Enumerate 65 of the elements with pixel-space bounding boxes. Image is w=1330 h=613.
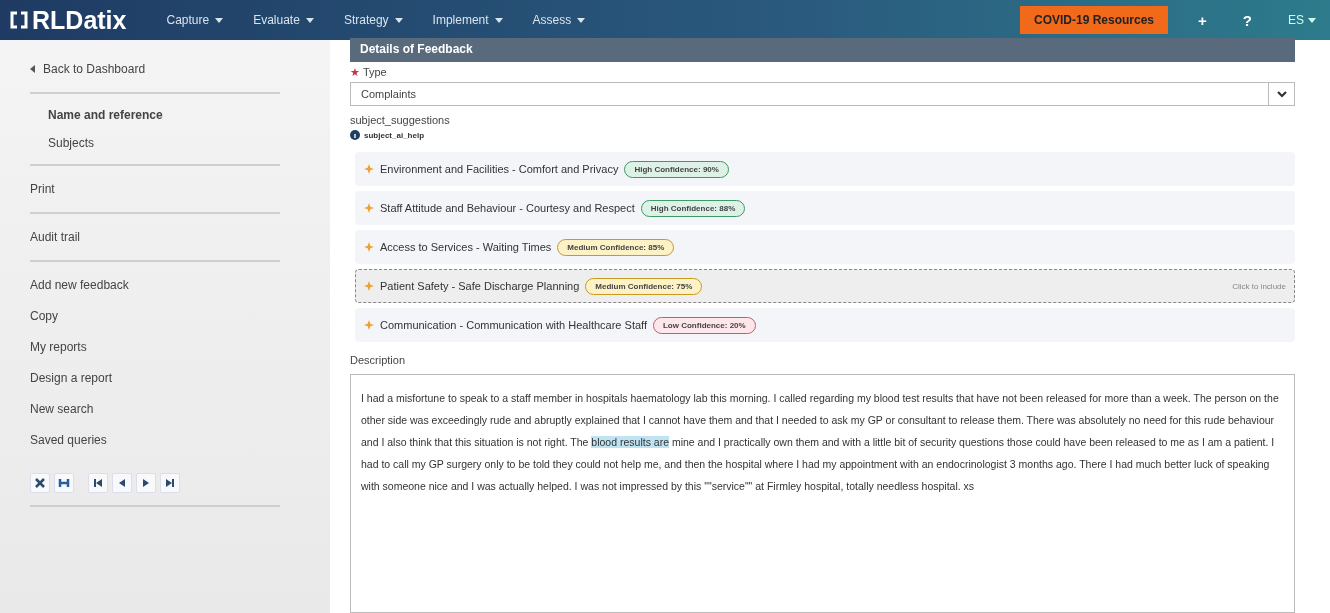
sidebar-item[interactable]: Saved queries (30, 433, 300, 447)
help-button[interactable]: ? (1236, 10, 1258, 30)
field-label: Description (350, 354, 407, 366)
description-field[interactable]: I had a misfortune to speak to a staff member in hospitals haematology lab this morning. I called regarding my blood test results that have not been released for more than a week. The person on the other side was exceedingly rude and abruptly explained that I cannot have them and that I needed to ask my GP or consultant to release them. There was absolutely no need for this rude behaviour and I also think that this situation is not right. The blood results are mine and I practically own them and with a little bit of security questions those could have been released to me as I am a patient. I had to call my GP surgery only to be told they could not help me, and then the hospital where I had my appointment with an endocrinologist 3 months ago. There I had much better luck of speaking with someone nice and I was actually helped. I was not impressed by this ""service"" at Firmley hospital, totally needless hospital. xs (350, 374, 1295, 613)
sparkle-icon (364, 164, 374, 174)
caret-icon (305, 17, 314, 23)
last-button[interactable] (160, 473, 180, 493)
subject-suggestion[interactable]: Staff Attitude and Behaviour - Courtesy and Respect High Confidence: 88% (355, 191, 1295, 225)
info-icon (350, 130, 360, 140)
previous-button[interactable] (112, 473, 132, 493)
help-text: subject_ai_help (364, 130, 425, 140)
nav-menu[interactable]: Evaluate (253, 9, 314, 31)
sidebar-item[interactable]: My reports (30, 340, 300, 354)
subject-suggestion[interactable]: Patient Safety - Safe Discharge Planning Medium Confidence: 75% Click to include (355, 269, 1295, 303)
sidebar-item[interactable]: New search (30, 402, 300, 416)
caret-icon (577, 17, 586, 23)
type-select[interactable]: Complaints (350, 82, 1295, 106)
sparkle-icon (364, 203, 374, 213)
subject-suggestion[interactable]: Environment and Facilities - Comfort and Privacy High Confidence: 90% (355, 152, 1295, 186)
back-icon (30, 65, 35, 73)
logo-icon (8, 10, 30, 30)
logo[interactable]: RLDatix (8, 5, 127, 35)
field-label: subject_suggestions (350, 114, 451, 126)
close-icon (33, 476, 47, 490)
close-button[interactable] (30, 473, 50, 493)
first-icon (91, 476, 105, 490)
confidence-badge: Medium Confidence: 75% (585, 277, 703, 295)
sidebar-item[interactable]: Add new feedback (30, 278, 300, 292)
chevron-down-icon (1276, 90, 1287, 98)
next-button[interactable] (136, 473, 156, 493)
save-button[interactable] (54, 473, 74, 493)
required-mark: ★ (350, 66, 360, 78)
sidebar-item[interactable]: Copy (30, 309, 300, 323)
sidebar-item[interactable]: Subjects (48, 136, 300, 150)
first-button[interactable] (88, 473, 108, 493)
confidence-badge: Medium Confidence: 85% (557, 238, 675, 256)
section-header: Details of Feedback (350, 38, 1295, 62)
last-icon (163, 476, 177, 490)
nav-menu[interactable]: Strategy (343, 9, 403, 31)
subject-suggestion[interactable]: Access to Services - Waiting Times Medium Confidence: 85% (355, 230, 1295, 264)
sidebar-item[interactable]: Print (30, 182, 300, 196)
confidence-badge: High Confidence: 88% (640, 199, 746, 217)
caret-icon (215, 17, 224, 23)
confidence-badge: Low Confidence: 20% (652, 316, 756, 334)
subject-suggestion[interactable]: Communication - Communication with Healthcare Staff Low Confidence: 20% (355, 308, 1295, 342)
sidebar-item[interactable]: Audit trail (30, 230, 300, 244)
sidebar-item[interactable]: Design a report (30, 371, 300, 385)
hint-text: Click to include (1232, 281, 1286, 291)
language-menu[interactable]: ES (1282, 12, 1322, 28)
field-label: ★ Type (350, 66, 388, 79)
sparkle-icon (364, 281, 374, 291)
confidence-badge: High Confidence: 90% (624, 160, 729, 178)
sparkle-icon (364, 242, 374, 252)
nav-menu[interactable]: Capture (166, 9, 224, 31)
caret-icon (494, 17, 503, 23)
sidebar-item[interactable]: Name and reference (48, 108, 300, 122)
caret-icon (1308, 17, 1316, 23)
covid-resources-button[interactable]: COVID-19 Resources (1020, 6, 1169, 34)
nav-menu[interactable]: Assess (532, 9, 586, 31)
back-link[interactable]: Back to Dashboard (30, 58, 300, 92)
caret-icon (394, 17, 403, 23)
sparkle-icon (364, 320, 374, 330)
save-icon (57, 476, 71, 490)
add-button[interactable]: + (1192, 10, 1213, 30)
nav-menu[interactable]: Implement (432, 9, 503, 31)
